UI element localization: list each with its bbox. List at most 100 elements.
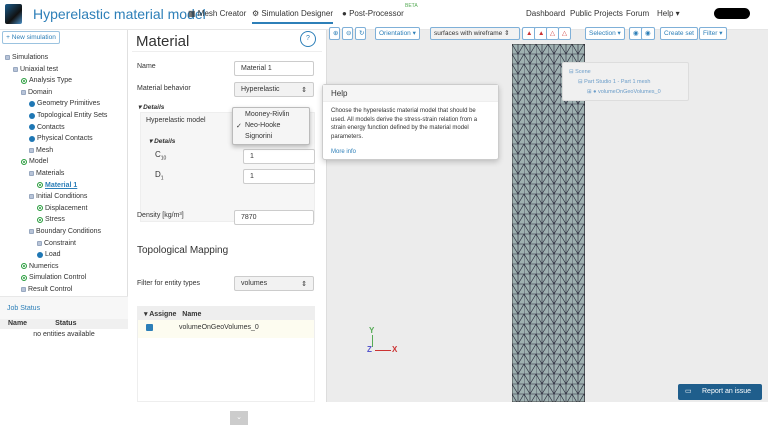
new-simulation-button[interactable]: + New simulation [2, 31, 60, 44]
expand-icon[interactable] [29, 147, 34, 153]
tree-label: Simulation Control [29, 274, 87, 282]
hyperelastic-model-dropdown[interactable]: Mooney-Rivlin ✓ Neo-Hooke Signorini [232, 107, 310, 145]
view-points-icon[interactable]: △ [558, 27, 571, 40]
nav-post-processor[interactable]: ● Post-Processor [342, 9, 404, 18]
link-public-projects[interactable]: Public Projects [570, 9, 623, 18]
nav-mesh-creator[interactable]: ▦ Mesh Creator [188, 9, 246, 18]
tree-item[interactable]: Constraint [37, 240, 76, 247]
tree-item[interactable]: Material 1 [37, 182, 77, 189]
eye-icon[interactable]: ◉ [641, 27, 655, 40]
link-dashboard[interactable]: Dashboard [526, 9, 565, 18]
row-name: volumeOnGeoVolumes_0 [179, 324, 259, 331]
col-assigned[interactable]: Assigne [149, 311, 176, 318]
nav-label: Mesh Creator [197, 9, 247, 18]
check-icon [37, 216, 43, 223]
project-title: Hyperelastic material model [33, 6, 206, 22]
tree-item[interactable]: Numerics [21, 263, 59, 270]
tree-item[interactable]: Boundary Conditions [29, 228, 101, 235]
user-avatar[interactable] [714, 8, 750, 19]
name-input[interactable]: Material 1 [234, 61, 314, 76]
tree-label: Stress [45, 216, 65, 224]
option-neo-hooke[interactable]: Neo-Hooke [245, 122, 280, 129]
tree-item[interactable]: Result Control [21, 286, 72, 293]
collapse-icon[interactable] [29, 229, 34, 234]
part-node[interactable]: ⊟ Part Studio 1 - Part 1 mesh [578, 79, 650, 85]
refresh-icon[interactable]: ↻ [355, 27, 366, 40]
expand-icon[interactable] [37, 240, 42, 246]
empty-message: no entities available [33, 331, 95, 338]
top-header: Hyperelastic material model ▦ Mesh Creat… [0, 0, 768, 30]
tree-item[interactable]: Mesh [29, 147, 53, 154]
nav-simulation-designer[interactable]: ⚙ Simulation Designer [252, 9, 333, 24]
check-icon [21, 158, 27, 165]
app-logo[interactable] [5, 4, 22, 24]
tree-item[interactable]: Analysis Type [21, 77, 72, 84]
details-toggle-2[interactable]: ▾ Details [149, 137, 175, 145]
grid-icon: ▦ [188, 9, 198, 18]
nav-label: Post-Processor [349, 9, 404, 18]
collapse-icon[interactable] [29, 171, 34, 176]
col-status: Status [55, 320, 77, 327]
render-mode-select[interactable]: surfaces with wireframe ⇕ [430, 27, 520, 40]
tree-item[interactable]: Model [21, 158, 48, 165]
check-icon [37, 182, 43, 189]
tree-label: Geometry Primitives [37, 100, 101, 108]
tree-item[interactable]: Contacts [29, 124, 65, 131]
tree-item[interactable]: Geometry Primitives [29, 100, 100, 107]
dot-icon [29, 135, 35, 142]
density-label: Density [kg/m³] [137, 212, 184, 219]
tree-label: Contacts [37, 123, 65, 131]
tree-item[interactable]: Domain [21, 89, 52, 96]
option-signorini[interactable]: Signorini [245, 133, 272, 140]
scene-node[interactable]: ⊟ Scene [569, 69, 591, 75]
expand-icon[interactable] [21, 287, 26, 292]
select-value: volumes [241, 280, 268, 287]
c10-label: C10 [155, 150, 167, 162]
tree-item[interactable]: Displacement [37, 205, 87, 212]
tree-item[interactable]: Load [37, 251, 61, 258]
table-header: ▾ Assigne Name [138, 307, 314, 320]
tree-item[interactable]: Simulation Control [21, 274, 86, 281]
report-issue-button[interactable]: ▭ Report an issue [678, 384, 762, 400]
circle-icon: ● [342, 9, 350, 18]
report-label: Report an issue [702, 388, 752, 395]
behavior-select[interactable]: Hyperelastic ⇕ [234, 82, 314, 97]
sidebar: + New simulation Simulations Uniaxial tes… [0, 30, 128, 402]
density-input[interactable]: 7870 [234, 210, 314, 225]
volume-node[interactable]: ⊞ ● volumeOnGeoVolumes_0 [587, 89, 661, 95]
collapse-icon[interactable] [13, 66, 18, 72]
orientation-dropdown[interactable]: Orientation ▾ [375, 27, 420, 40]
check-icon [37, 205, 43, 212]
selection-dropdown[interactable]: Selection ▾ [585, 27, 625, 40]
tree-item[interactable]: Simulations [5, 54, 48, 61]
tree-item[interactable]: Materials [29, 170, 64, 177]
updown-icon: ⇕ [301, 281, 307, 288]
table-row[interactable]: volumeOnGeoVolumes_0 [138, 320, 314, 338]
scroll-down-button[interactable]: ⌄ [230, 411, 248, 425]
collapse-icon[interactable] [5, 55, 10, 60]
divider [132, 51, 322, 52]
assigned-checkbox[interactable] [146, 324, 153, 331]
tree-item[interactable]: Initial Conditions [29, 193, 87, 200]
c10-input[interactable]: 1 [243, 149, 315, 164]
tree-item[interactable]: Topological Entity Sets [29, 112, 107, 119]
col-name: Name [8, 320, 28, 327]
zoom-out-icon[interactable]: ⊖ [342, 27, 353, 40]
tree-item[interactable]: Uniaxial test [13, 66, 58, 73]
tree-item[interactable]: Physical Contacts [29, 135, 93, 142]
details-toggle[interactable]: ▾ Details [138, 103, 164, 111]
link-forum[interactable]: Forum [626, 9, 649, 18]
more-info-link[interactable]: More info [331, 149, 356, 155]
entity-filter-select[interactable]: volumes ⇕ [234, 276, 314, 291]
collapse-icon[interactable] [29, 194, 34, 200]
option-mooney-rivlin[interactable]: Mooney-Rivlin [245, 111, 289, 118]
create-set-button[interactable]: Create set [660, 27, 698, 40]
col-name[interactable]: Name [182, 311, 201, 318]
link-help[interactable]: Help ▾ [657, 9, 680, 18]
filter-dropdown[interactable]: Filter ▾ [699, 27, 727, 40]
zoom-in-icon[interactable]: ⊕ [329, 27, 340, 40]
d1-input[interactable]: 1 [243, 169, 315, 184]
tree-item[interactable]: Stress [37, 216, 65, 223]
help-button[interactable]: ? [300, 31, 316, 47]
collapse-icon[interactable] [21, 89, 26, 95]
